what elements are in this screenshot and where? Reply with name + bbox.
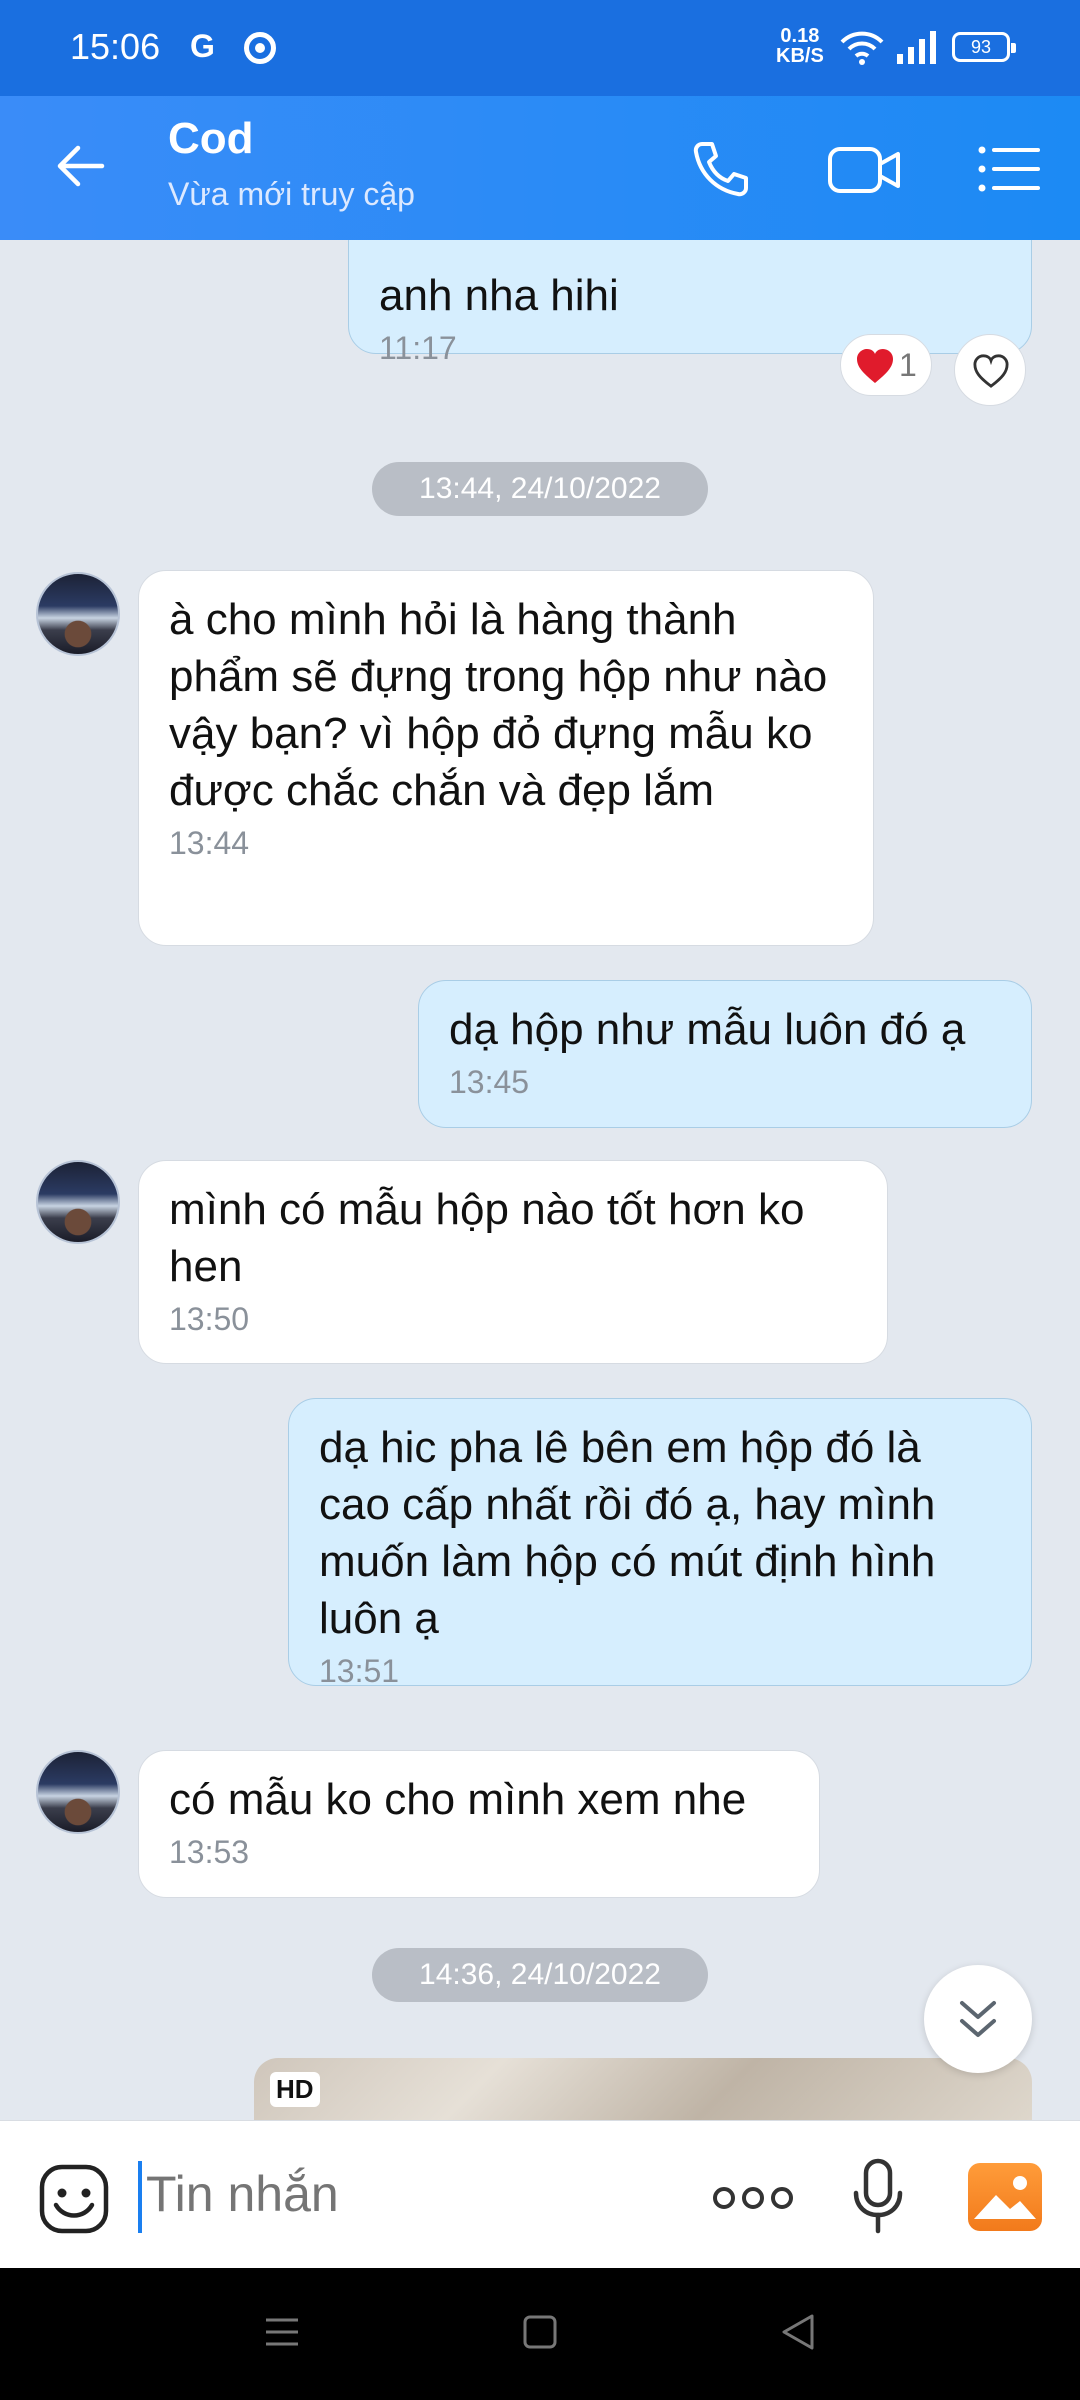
status-time: 15:06 <box>70 26 161 67</box>
status-bar: 15:06 G 0.18 KB/S 93 <box>0 0 1080 96</box>
scroll-to-bottom-button[interactable] <box>924 1965 1032 2073</box>
chat-message-list[interactable]: anh nha hihi 11:17 1 13:44, 24/10/2022 à… <box>0 240 1080 2120</box>
video-call-icon[interactable] <box>826 136 902 202</box>
message-time: 13:50 <box>169 1301 250 1337</box>
message-time: 13:45 <box>449 1064 530 1100</box>
message-text: anh nha hihi <box>379 271 619 320</box>
message-time: 13:53 <box>169 1834 250 1870</box>
network-speed-value: 0.18 <box>780 25 820 47</box>
back-arrow-icon[interactable] <box>50 136 110 196</box>
message-text: dạ hộp như mẫu luôn đó ạ <box>449 1005 966 1054</box>
message-bubble-sent[interactable]: dạ hic pha lê bên em hộp đó là cao cấp n… <box>288 1398 1032 1689</box>
message-text: à cho mình hỏi là hàng thành phẩm sẽ đựn… <box>169 595 828 815</box>
back-nav-icon[interactable] <box>778 2312 818 2352</box>
battery-indicator: 93 <box>952 32 1016 62</box>
gallery-image-icon[interactable] <box>968 2163 1042 2231</box>
reaction-count-badge[interactable]: 1 <box>840 334 932 396</box>
message-text: mình có mẫu hộp nào tốt hơn ko hen <box>169 1185 805 1291</box>
menu-list-icon[interactable] <box>976 136 1042 202</box>
message-bubble-received[interactable]: có mẫu ko cho mình xem nhe 13:53 <box>138 1750 820 1898</box>
more-options-icon[interactable] <box>712 2183 794 2213</box>
message-time: 13:44 <box>169 825 250 861</box>
heart-filled-icon <box>857 349 893 383</box>
network-speed: 0.18 KB/S <box>776 26 824 66</box>
date-separator: 13:44, 24/10/2022 <box>372 462 708 516</box>
chat-header: Cod Vừa mới truy cập <box>0 96 1080 240</box>
recent-apps-icon[interactable] <box>262 2312 302 2352</box>
contact-avatar[interactable] <box>36 1750 120 1834</box>
contact-name[interactable]: Cod <box>168 114 254 164</box>
message-input-bar <box>0 2120 1080 2268</box>
reaction-count: 1 <box>899 347 917 383</box>
wifi-icon <box>840 31 884 65</box>
react-heart-button[interactable] <box>954 334 1026 406</box>
system-navigation-bar <box>0 2268 1080 2400</box>
image-message[interactable]: HD <box>254 2058 1032 2120</box>
message-time: 13:51 <box>319 1653 400 1689</box>
microphone-icon[interactable] <box>850 2157 906 2237</box>
message-text: có mẫu ko cho mình xem nhe <box>169 1775 747 1824</box>
chrome-icon <box>244 32 276 64</box>
network-speed-unit: KB/S <box>776 45 824 67</box>
contact-status: Vừa mới truy cập <box>168 176 415 212</box>
contact-avatar[interactable] <box>36 572 120 656</box>
sticker-emoji-icon[interactable] <box>38 2163 110 2235</box>
message-bubble-sent[interactable]: dạ hộp như mẫu luôn đó ạ 13:45 <box>418 980 1032 1128</box>
date-separator: 14:36, 24/10/2022 <box>372 1948 708 2002</box>
message-bubble-received[interactable]: mình có mẫu hộp nào tốt hơn ko hen 13:50 <box>138 1160 888 1364</box>
heart-outline-icon <box>973 354 1009 388</box>
phone-call-icon[interactable] <box>688 136 754 202</box>
message-bubble-sent[interactable]: anh nha hihi 11:17 <box>348 240 1032 366</box>
message-text: dạ hic pha lê bên em hộp đó là cao cấp n… <box>319 1423 936 1643</box>
signal-icon <box>897 31 936 64</box>
contact-avatar[interactable] <box>36 1160 120 1244</box>
text-cursor <box>138 2161 142 2233</box>
hd-badge: HD <box>270 2072 320 2107</box>
home-icon[interactable] <box>520 2312 560 2352</box>
message-input[interactable] <box>146 2165 666 2223</box>
message-bubble-received[interactable]: à cho mình hỏi là hàng thành phẩm sẽ đựn… <box>138 570 874 946</box>
double-chevron-down-icon <box>960 2001 996 2037</box>
google-icon: G <box>190 28 215 64</box>
